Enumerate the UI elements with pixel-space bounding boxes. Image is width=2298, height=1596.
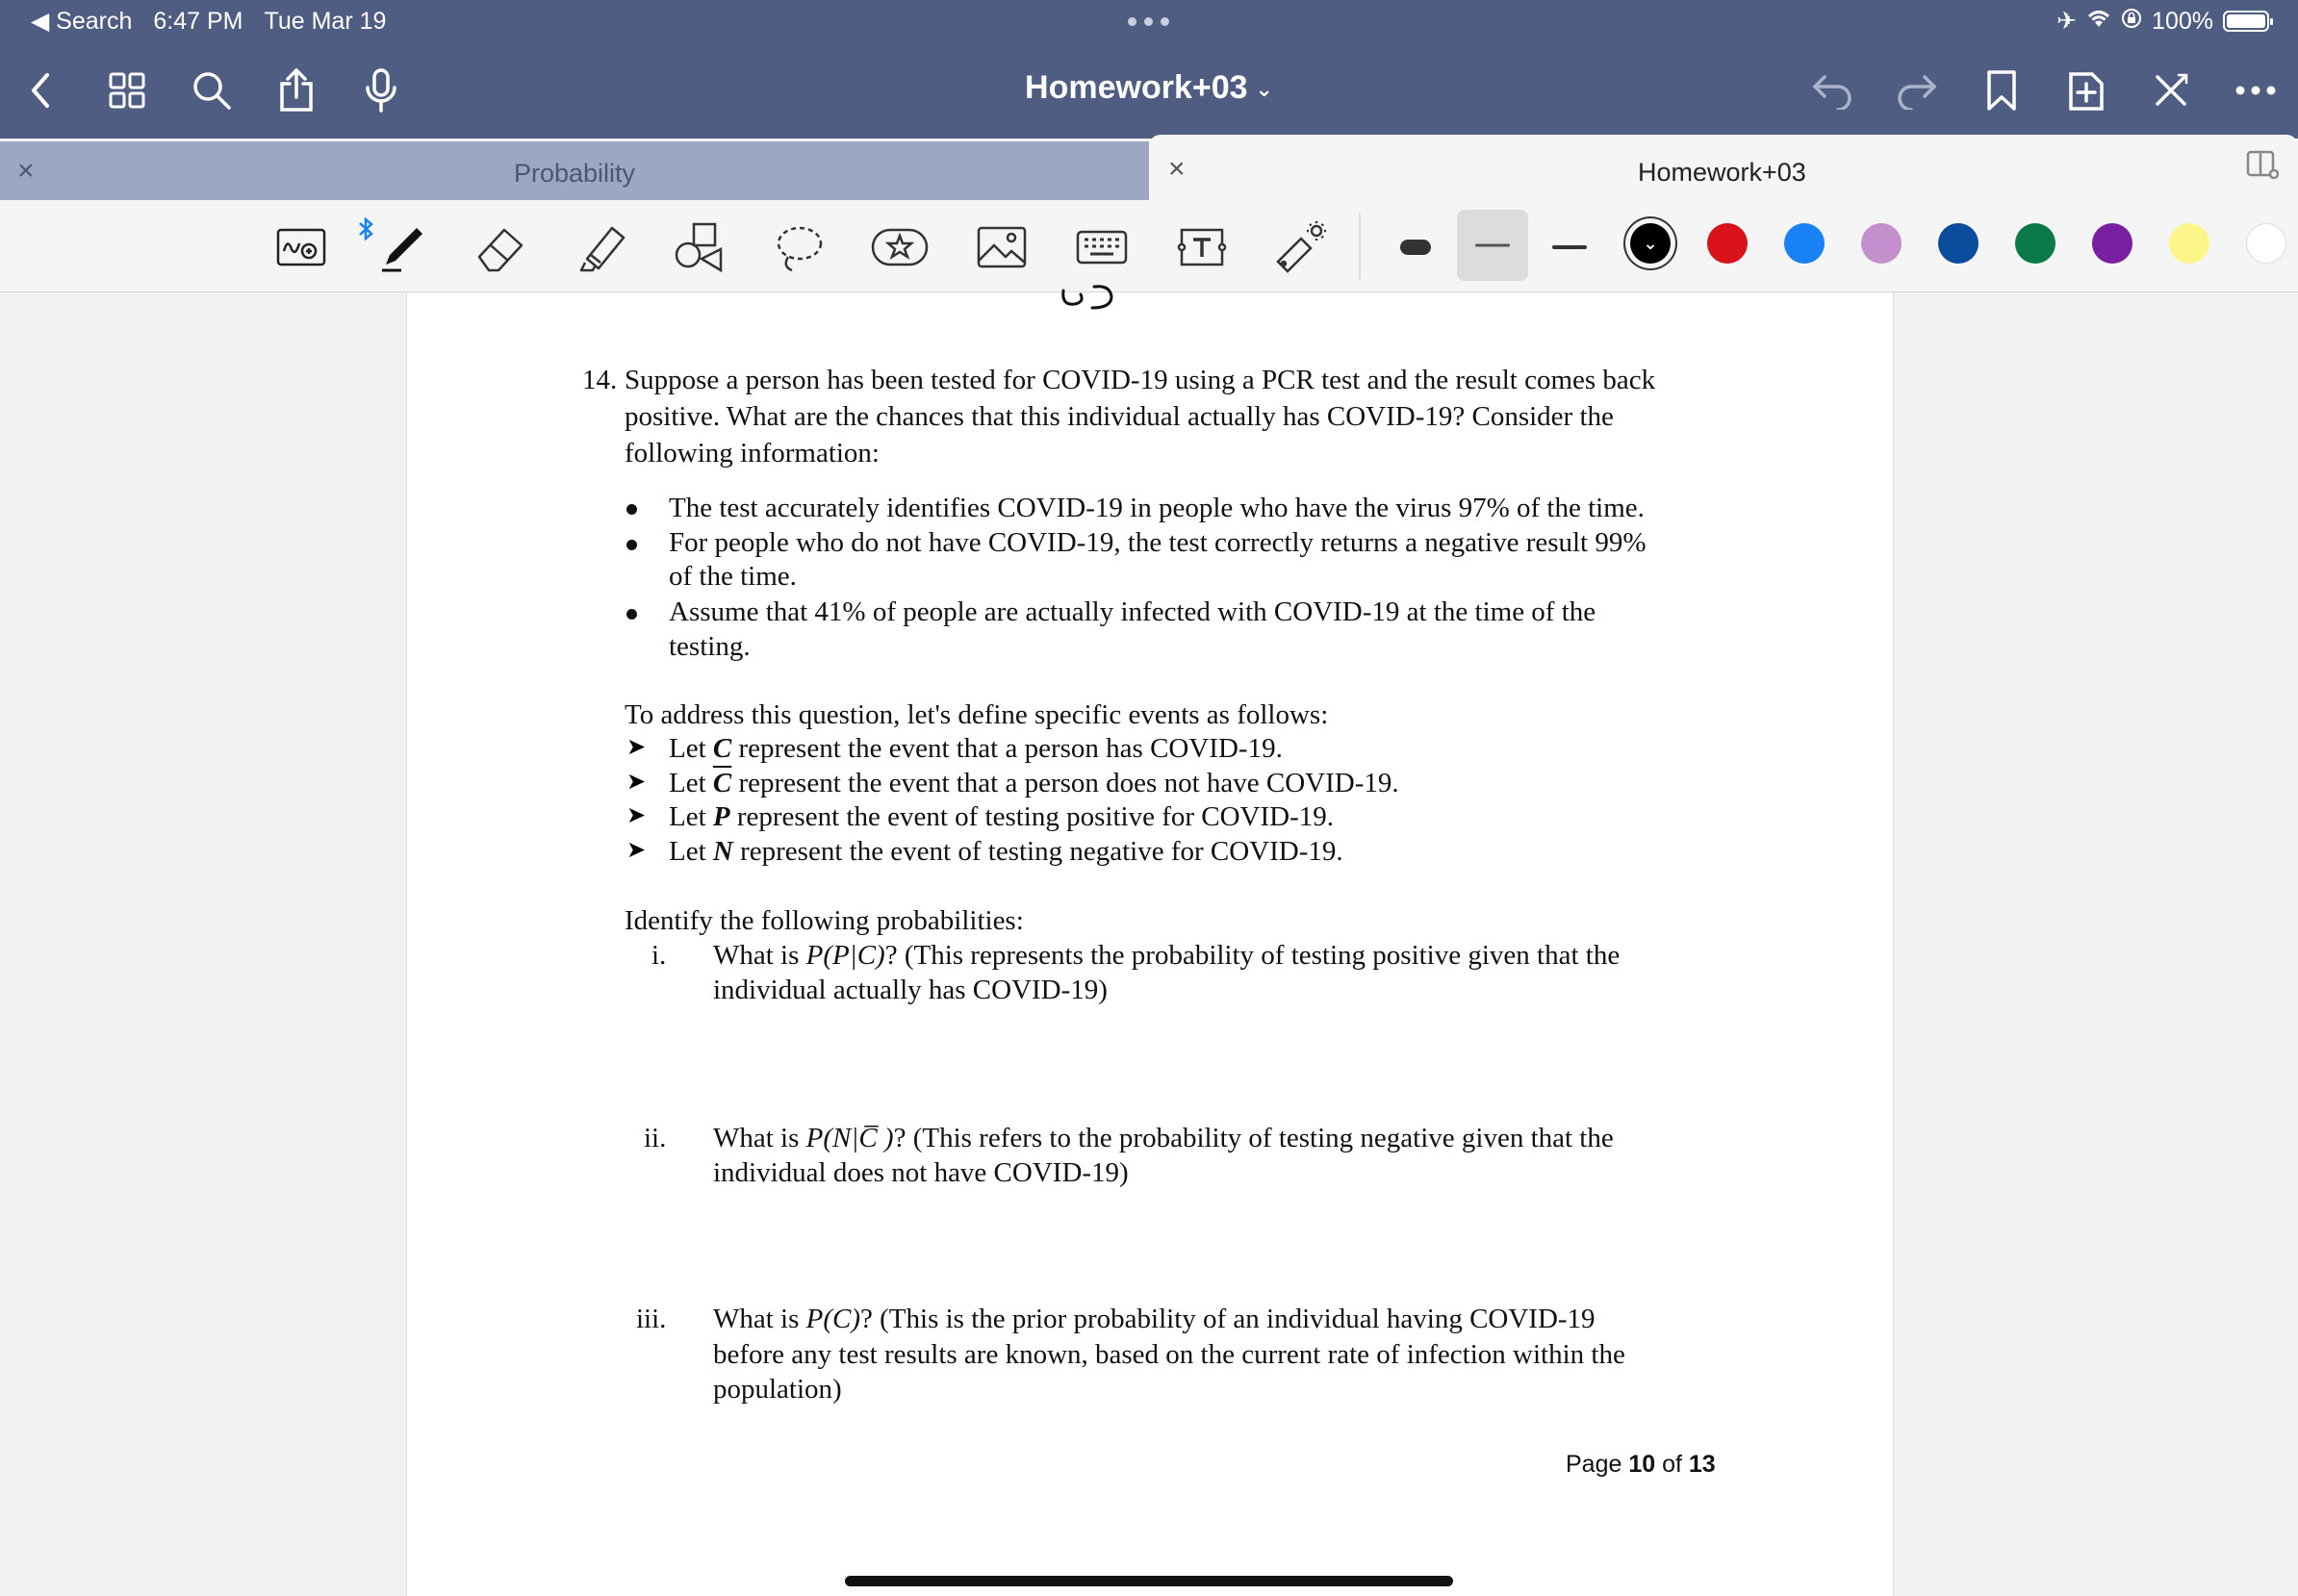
toolbar-divider — [1359, 214, 1361, 279]
laser-pointer-icon[interactable] — [1270, 217, 1330, 277]
thin-stroke-option[interactable] — [1540, 217, 1599, 277]
color-swatch[interactable] — [2169, 223, 2209, 264]
add-page-icon[interactable] — [2059, 63, 2113, 117]
bullet — [626, 504, 637, 515]
question-text-line: following information: — [625, 438, 880, 469]
bullet-text: testing. — [669, 631, 751, 662]
chevron-down-icon: ⌄ — [1643, 234, 1658, 253]
bullet-text: Assume that 41% of people are actually i… — [669, 596, 1596, 627]
bullet-text: of the time. — [669, 561, 797, 592]
airplane-icon: ✈ — [2056, 8, 2078, 35]
shapes-tool-icon[interactable] — [670, 217, 729, 277]
sub-question-text: What is P(N|C̅ )? (This refers to the pr… — [713, 1123, 1614, 1153]
color-swatch[interactable]: ⌄ — [1630, 223, 1671, 264]
bullet — [626, 540, 637, 550]
color-swatch[interactable] — [2246, 223, 2286, 264]
color-swatch[interactable] — [1861, 223, 1902, 264]
sub-question-text: What is P(C)? (This is the prior probabi… — [713, 1304, 1596, 1334]
keyboard-tool-icon[interactable] — [1072, 217, 1132, 277]
eraser-tool-icon[interactable] — [472, 217, 531, 277]
arrow-bullet-icon: ➤ — [626, 836, 647, 863]
document-tabs: × Probability × Homework+03 — [0, 135, 2298, 200]
bullet — [626, 609, 637, 620]
sub-question-number: ii. — [644, 1123, 667, 1153]
color-swatch[interactable] — [1707, 223, 1748, 264]
image-tool-icon[interactable] — [972, 217, 1032, 277]
chevron-down-icon: ⌄ — [1255, 77, 1273, 102]
bullet-text: The test accurately identifies COVID-19 … — [669, 493, 1645, 523]
text-box-tool-icon[interactable] — [1172, 217, 1232, 277]
document-title-text: Homework+03 — [1025, 69, 1248, 106]
battery-icon — [2223, 11, 2273, 32]
sub-question-text: What is P(P|C)? (This represents the pro… — [713, 940, 1621, 971]
sub-question-text: individual actually has COVID-19) — [713, 975, 1108, 1005]
close-tools-icon[interactable] — [2144, 63, 2198, 117]
sub-question-text: before any test results are known, based… — [713, 1339, 1625, 1370]
status-time: 6:47 PM — [153, 7, 243, 35]
event-definition: Let P represent the event of testing pos… — [669, 801, 1334, 832]
events-intro: To address this question, let's define s… — [625, 699, 1329, 730]
event-definition: Let C represent the event that a person … — [669, 733, 1283, 764]
color-swatch[interactable] — [2092, 223, 2132, 264]
identify-intro: Identify the following probabilities: — [625, 905, 1024, 936]
pen-tool-icon[interactable] — [373, 217, 433, 277]
document-canvas: 14. Suppose a person has been tested for… — [0, 285, 2298, 1596]
close-tab-icon[interactable]: × — [1168, 153, 1186, 186]
arrow-bullet-icon: ➤ — [626, 733, 647, 760]
arrow-bullet-icon: ➤ — [626, 768, 647, 795]
annotation-toolbar: ⌄ — [0, 200, 2298, 292]
tab-probability[interactable]: × Probability — [0, 141, 1149, 200]
tab-label: Homework+03 — [1638, 158, 1806, 187]
split-view-icon[interactable] — [2246, 150, 2280, 184]
undo-icon[interactable] — [1805, 63, 1859, 117]
thick-stroke-option[interactable] — [1386, 217, 1445, 277]
lasso-tool-icon[interactable] — [770, 217, 830, 277]
pdf-page[interactable]: 14. Suppose a person has been tested for… — [406, 285, 1894, 1596]
question-text-line: positive. What are the chances that this… — [625, 401, 1614, 432]
color-swatch[interactable] — [1938, 223, 1979, 264]
handwriting-zoom-icon[interactable] — [271, 217, 331, 277]
bookmark-icon[interactable] — [1975, 63, 2029, 117]
sub-question-number: iii. — [636, 1304, 667, 1334]
orientation-lock-icon — [2121, 8, 2142, 36]
status-bar: ◀ Search 6:47 PM Tue Mar 19 ✈ 100% — [0, 0, 2298, 40]
back-app-label: Search — [56, 8, 133, 35]
status-date: Tue Mar 19 — [264, 7, 387, 35]
event-definition: Let C represent the event that a person … — [669, 768, 1399, 798]
tab-label: Probability — [513, 159, 636, 188]
event-definition: Let N represent the event of testing neg… — [669, 836, 1343, 867]
page-number: Page 10 of 13 — [1566, 1451, 1716, 1478]
top-bar: ◀ Search 6:47 PM Tue Mar 19 ✈ 100% Homew… — [0, 0, 2298, 139]
sub-question-text: population) — [713, 1374, 842, 1405]
wifi-icon — [2086, 8, 2111, 36]
question-text-line: Suppose a person has been tested for COV… — [625, 365, 1656, 395]
tab-homework[interactable]: × Homework+03 — [1149, 135, 2298, 200]
medium-stroke-option[interactable] — [1457, 210, 1528, 281]
color-swatch[interactable] — [2015, 223, 2055, 264]
highlighter-tool-icon[interactable] — [572, 217, 631, 277]
battery-percent: 100% — [2152, 7, 2213, 35]
sub-question-number: i. — [651, 940, 667, 971]
multitasking-dots[interactable] — [1128, 17, 1169, 26]
question-number: 14. — [582, 365, 618, 395]
document-title[interactable]: Homework+03 ⌄ — [0, 69, 2298, 107]
arrow-bullet-icon: ➤ — [626, 801, 647, 828]
home-indicator[interactable] — [845, 1576, 1453, 1586]
redo-icon[interactable] — [1890, 63, 1944, 117]
navigation-bar: Homework+03 ⌄ — [0, 50, 2298, 131]
color-swatch[interactable] — [1784, 223, 1825, 264]
more-options-icon[interactable] — [2229, 63, 2283, 117]
bullet-text: For people who do not have COVID-19, the… — [669, 527, 1647, 558]
elements-sticker-icon[interactable] — [870, 217, 930, 277]
sub-question-text: individual does not have COVID-19) — [713, 1157, 1129, 1188]
handwritten-ink-stroke — [1061, 285, 1113, 310]
back-to-app-link[interactable]: ◀ Search — [31, 7, 132, 36]
